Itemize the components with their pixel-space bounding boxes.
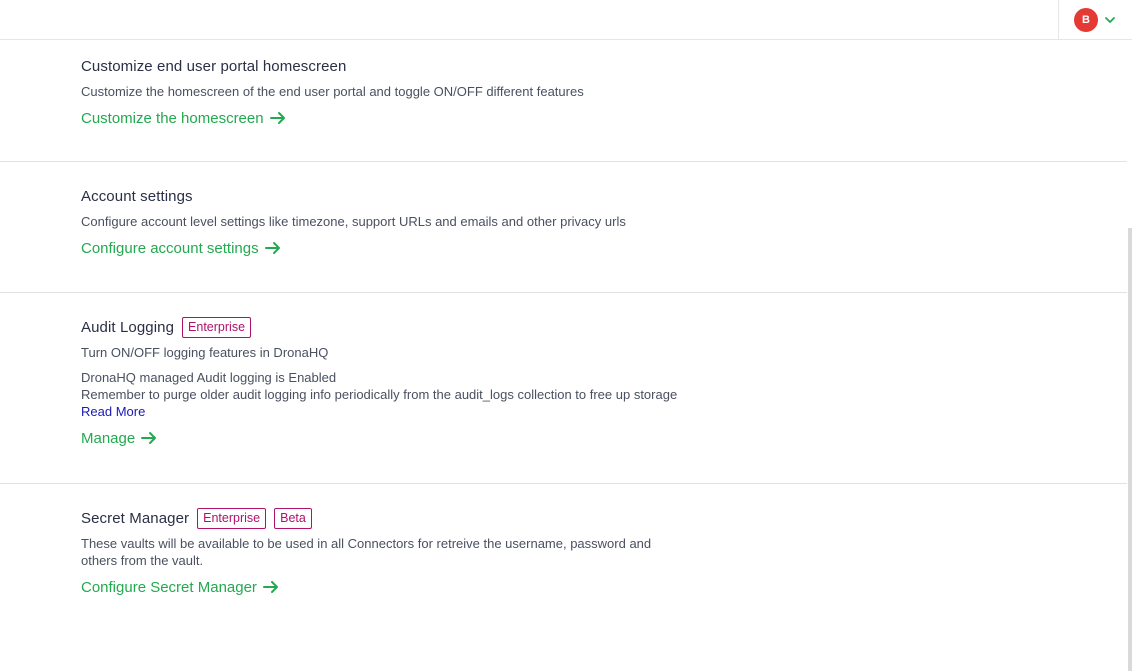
arrow-right-icon[interactable] [269, 111, 286, 125]
arrow-right-icon[interactable] [262, 580, 279, 594]
section-account-settings: Account settings Configure account level… [0, 162, 1127, 293]
customize-homescreen-link[interactable]: Customize the homescreen [81, 108, 286, 128]
audit-note-text: Remember to purge older audit logging in… [81, 386, 681, 420]
configure-secret-manager-link[interactable]: Configure Secret Manager [81, 577, 279, 597]
scrollbar[interactable] [1127, 40, 1132, 671]
arrow-right-icon[interactable] [141, 431, 157, 445]
section-title: Account settings [81, 187, 193, 205]
audit-note: Remember to purge older audit logging in… [81, 387, 678, 402]
action-label[interactable]: Configure account settings [81, 240, 259, 257]
section-description: Turn ON/OFF logging features in DronaHQ [81, 345, 329, 360]
read-more-link[interactable]: Read More [81, 404, 145, 419]
arrow-right-icon[interactable] [264, 241, 281, 255]
beta-badge: Beta [274, 507, 312, 529]
section-title: Customize end user portal homescreen [81, 57, 347, 75]
section-title: Secret Manager [81, 509, 190, 527]
action-label[interactable]: Manage [81, 430, 135, 447]
section-audit-logging: Audit Logging Enterprise Turn ON/OFF log… [0, 293, 1127, 484]
action-label[interactable]: Customize the homescreen [81, 110, 264, 127]
chevron-down-icon[interactable] [1104, 14, 1116, 26]
section-description: Customize the homescreen of the end user… [81, 84, 584, 99]
enterprise-badge: Enterprise [197, 507, 267, 529]
audit-status-text: DronaHQ managed Audit logging is Enabled [81, 370, 337, 385]
user-menu[interactable]: B [1058, 0, 1132, 40]
settings-content: Customize end user portal homescreen Cus… [0, 40, 1127, 631]
scrollbar-thumb[interactable] [1128, 228, 1132, 671]
manage-audit-logging-link[interactable]: Manage [81, 428, 157, 448]
action-label[interactable]: Configure Secret Manager [81, 579, 257, 596]
section-description: These vaults will be available to be use… [81, 536, 652, 568]
section-homescreen: Customize end user portal homescreen Cus… [0, 40, 1127, 162]
enterprise-badge: Enterprise [182, 316, 252, 338]
avatar[interactable]: B [1074, 8, 1098, 32]
top-bar: B [0, 0, 1132, 40]
section-description: Configure account level settings like ti… [81, 214, 626, 229]
section-title: Audit Logging [81, 318, 175, 336]
section-secret-manager: Secret Manager Enterprise Beta These vau… [0, 484, 1127, 631]
configure-account-settings-link[interactable]: Configure account settings [81, 238, 281, 258]
